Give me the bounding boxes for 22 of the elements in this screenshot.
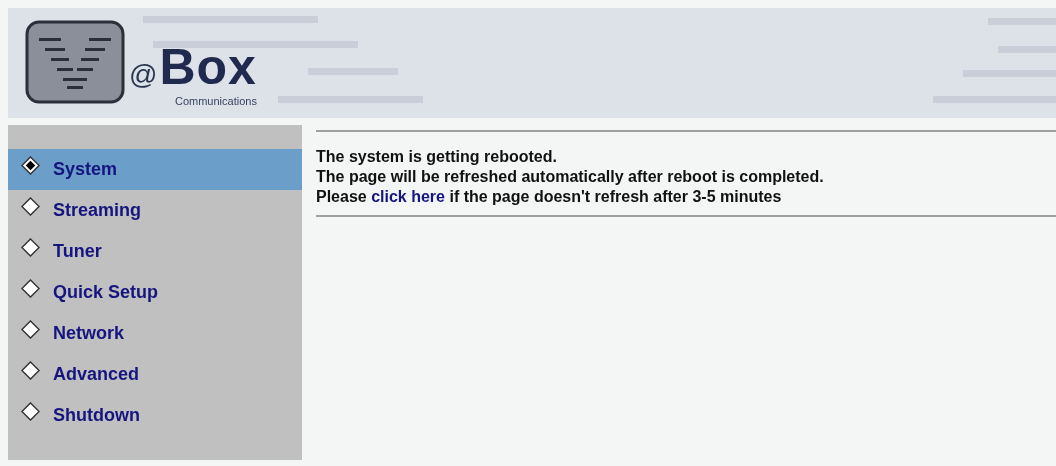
- tv-logo-icon: [25, 20, 125, 104]
- status-message: The system is getting rebooted.: [316, 147, 558, 167]
- diamond-icon: [21, 238, 40, 257]
- sidebar-item[interactable]: Streaming: [8, 190, 302, 231]
- logo-tagline: Communications: [175, 95, 257, 108]
- sidebar-item[interactable]: Network: [8, 313, 302, 354]
- diamond-icon: [21, 320, 40, 339]
- status-message: The page will be refreshed automatically after reboot is completed.: [316, 167, 825, 187]
- diamond-icon: [21, 279, 40, 298]
- logo-symbol: @: [129, 58, 158, 92]
- diamond-icon: [21, 402, 40, 421]
- diamond-icon: [21, 156, 40, 175]
- diamond-icon: [21, 197, 40, 216]
- diamond-icon: [21, 361, 40, 380]
- sidebar-item[interactable]: Shutdown: [8, 395, 302, 436]
- sidebar-item[interactable]: Advanced: [8, 354, 302, 395]
- sidebar-item[interactable]: System: [8, 149, 302, 190]
- sidebar-item[interactable]: Tuner: [8, 231, 302, 272]
- sidebar-item[interactable]: Quick Setup: [8, 272, 302, 313]
- logo-name: Box: [159, 47, 257, 87]
- refresh-instruction: Please click here if the page doesn't refresh after 3-5 minutes: [316, 187, 783, 207]
- click-here-link[interactable]: click here: [371, 188, 445, 205]
